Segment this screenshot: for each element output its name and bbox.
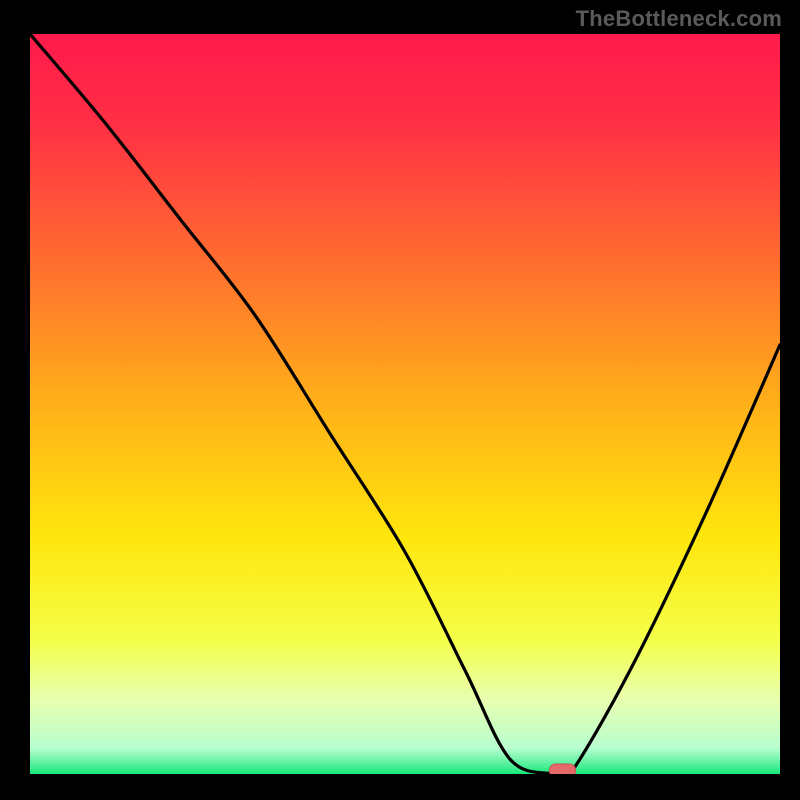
watermark-text: TheBottleneck.com xyxy=(576,6,782,32)
heat-gradient xyxy=(30,34,780,774)
chart-frame: TheBottleneck.com xyxy=(0,0,800,800)
plot-outer xyxy=(30,34,780,774)
